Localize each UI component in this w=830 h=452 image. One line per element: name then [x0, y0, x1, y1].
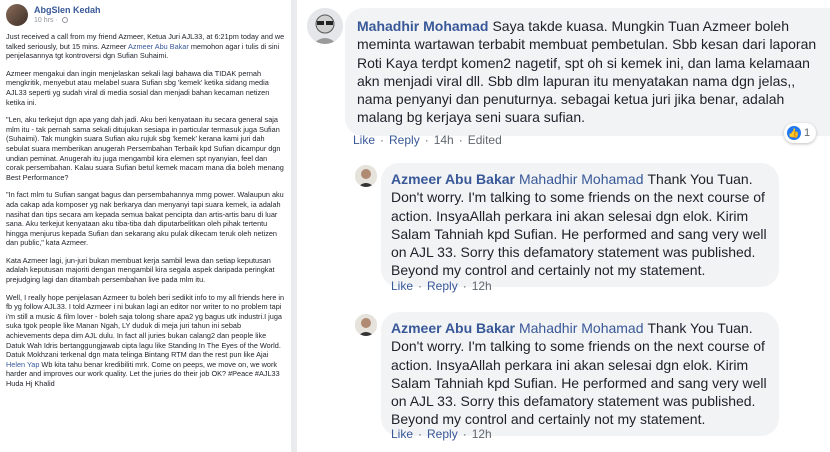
reaction-count-badge[interactable]: 👍 1: [784, 123, 817, 143]
post-paragraph: "In fact mlm tu Sufian sangat bagus dan …: [6, 190, 284, 248]
comment-author[interactable]: Azmeer Abu Bakar: [391, 320, 515, 336]
avatar-illustration: [355, 314, 377, 336]
post-timestamp[interactable]: 10 hrs ·: [34, 17, 68, 24]
comment-time[interactable]: 12h: [472, 427, 492, 441]
post-body: Just received a call from my friend Azme…: [6, 32, 287, 397]
comment-bubble: Azmeer Abu Bakar Mahadhir Mohamad Thank Yo…: [381, 163, 779, 287]
comment-bubble: Mahadhir Mohamad Saya takde kuasa. Mungki…: [345, 8, 830, 136]
comments-panel: Mahadhir Mohamad Saya takde kuasa. Mungki…: [297, 0, 830, 452]
like-link[interactable]: Like: [391, 279, 413, 293]
commenter-avatar[interactable]: [355, 165, 377, 187]
post-paragraph: Kata Azmeer lagi, jun-juri bukan membuat…: [6, 255, 275, 285]
commenter-avatar[interactable]: [307, 8, 343, 44]
comment-bubble: Azmeer Abu Bakar Mahadhir Mohamad Thank Yo…: [381, 312, 779, 436]
comment-actions: Like · Reply · 12h: [391, 427, 492, 441]
reply-link[interactable]: Reply: [427, 427, 458, 441]
comment-author[interactable]: Mahadhir Mohamad: [357, 18, 488, 34]
reply-link[interactable]: Reply: [389, 133, 420, 147]
reply-link[interactable]: Reply: [427, 279, 458, 293]
post-paragraph: Azmeer mengakui dan ingin menjelaskan se…: [6, 68, 270, 107]
post-author-name[interactable]: AbgSlen Kedah: [34, 5, 101, 15]
comment-actions: Like · Reply · 14h · Edited: [353, 133, 502, 147]
thumbs-up-icon: 👍: [787, 126, 801, 141]
like-link[interactable]: Like: [353, 133, 375, 147]
original-post-panel: AbgSlen Kedah 10 hrs · Just received a c…: [0, 0, 292, 452]
post-paragraph: Well, I really hope penjelasan Azmeer tu…: [6, 292, 285, 388]
comment-time[interactable]: 12h: [472, 279, 492, 293]
comment-mention[interactable]: Mahadhir Mohamad: [519, 320, 644, 336]
post-paragraph: "Len, aku terkejut dgn apa yang dah jadi…: [6, 115, 284, 182]
comment-text: Thank You Tuan. Don't worry. I'm talking…: [391, 171, 767, 279]
comment-actions: Like · Reply · 12h: [391, 279, 492, 293]
post-paragraph: Just received a call from my friend Azme…: [6, 32, 285, 61]
post-author-avatar[interactable]: [6, 4, 28, 26]
comment-time[interactable]: 14h: [434, 133, 454, 147]
like-link[interactable]: Like: [391, 427, 413, 441]
comment-author[interactable]: Azmeer Abu Bakar: [391, 171, 515, 187]
avatar-illustration: [355, 165, 377, 187]
commenter-avatar[interactable]: [355, 314, 377, 336]
mention-link[interactable]: Helen Yap: [6, 360, 39, 369]
mention-link[interactable]: Azmeer Abu Bakar: [128, 42, 189, 51]
edited-label[interactable]: Edited: [468, 133, 502, 147]
avatar-illustration: [307, 8, 343, 44]
comment-text: Saya takde kuasa. Mungkin Tuan Azmeer bo…: [357, 18, 817, 126]
comment-mention[interactable]: Mahadhir Mohamad: [519, 171, 644, 187]
comment-text: Thank You Tuan. Don't worry. I'm talking…: [391, 320, 767, 428]
globe-icon: [61, 17, 68, 23]
